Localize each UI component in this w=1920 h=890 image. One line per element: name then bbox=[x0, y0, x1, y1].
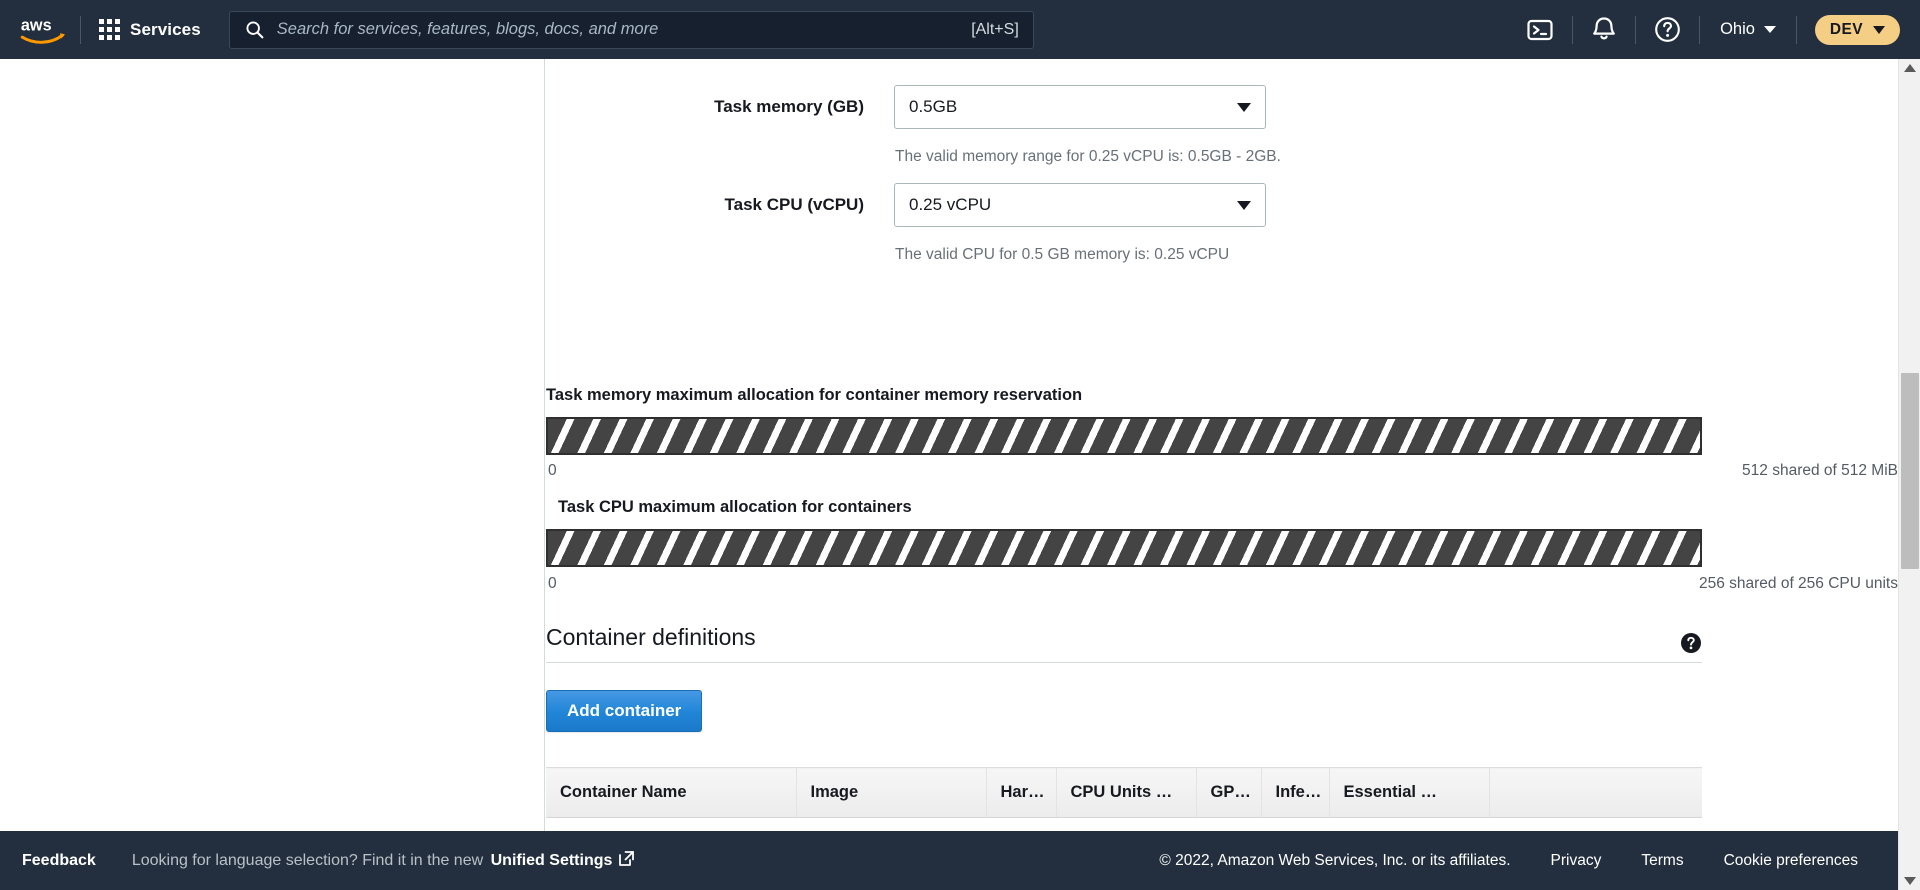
page-scrollbar[interactable] bbox=[1898, 59, 1920, 890]
feedback-link[interactable]: Feedback bbox=[22, 852, 96, 870]
task-memory-row: Task memory (GB) 0.5GB bbox=[546, 85, 1266, 129]
task-cpu-value: 0.25 vCPU bbox=[909, 195, 992, 214]
nav-divider bbox=[1795, 15, 1797, 44]
help-circle-icon[interactable] bbox=[1680, 632, 1702, 659]
top-navigation-bar: aws Services Search for services, featur… bbox=[0, 0, 1920, 59]
column-header-cpu-units[interactable]: CPU Units … bbox=[1056, 767, 1197, 818]
column-header-container-name[interactable]: Container Name bbox=[546, 767, 797, 818]
task-cpu-row: Task CPU (vCPU) 0.25 vCPU bbox=[546, 183, 1266, 227]
task-cpu-helper-text: The valid CPU for 0.5 GB memory is: 0.25… bbox=[895, 246, 1230, 263]
account-menu-button[interactable]: DEV bbox=[1814, 14, 1900, 45]
cpu-allocation-min-label: 0 bbox=[548, 575, 557, 592]
main-content: Task memory (GB) 0.5GB The valid memory … bbox=[546, 59, 1898, 831]
cookie-preferences-link[interactable]: Cookie preferences bbox=[1724, 852, 1858, 870]
account-label: DEV bbox=[1829, 20, 1863, 38]
column-header-hard-soft-limits[interactable]: Har… bbox=[986, 767, 1057, 818]
cell-essential: true bbox=[1329, 817, 1489, 831]
chevron-down-icon bbox=[1237, 102, 1251, 112]
memory-allocation-max-label: 512 shared of 512 MiB bbox=[1742, 462, 1898, 479]
memory-allocation-bar bbox=[546, 417, 1702, 455]
help-button[interactable] bbox=[1636, 0, 1699, 59]
terms-link[interactable]: Terms bbox=[1641, 852, 1683, 870]
aws-logo[interactable]: aws bbox=[0, 0, 80, 59]
copyright-text: © 2022, Amazon Web Services, Inc. or its… bbox=[1159, 851, 1511, 869]
task-cpu-select[interactable]: 0.25 vCPU bbox=[894, 183, 1266, 227]
left-rail bbox=[0, 59, 545, 831]
cell-inference bbox=[1261, 817, 1329, 831]
aws-logo-icon: aws bbox=[20, 16, 66, 44]
container-definitions-header: Container definitions bbox=[546, 624, 1702, 663]
scroll-down-arrow-icon[interactable] bbox=[1903, 877, 1916, 885]
chevron-down-icon bbox=[1763, 26, 1776, 33]
search-input[interactable]: Search for services, features, blogs, do… bbox=[277, 20, 961, 39]
cpu-allocation-max-label: 256 shared of 256 CPU units bbox=[1698, 575, 1898, 592]
search-icon bbox=[246, 21, 264, 39]
nav-right-group: Ohio DEV bbox=[1508, 0, 1920, 59]
memory-allocation-title: Task memory maximum allocation for conta… bbox=[546, 386, 1083, 404]
table-header-row: Container Name Image Har… CPU Units … GP… bbox=[546, 767, 1702, 818]
scrollbar-thumb[interactable] bbox=[1901, 373, 1919, 569]
cloudshell-button[interactable] bbox=[1508, 0, 1572, 59]
add-container-button[interactable]: Add container bbox=[546, 690, 703, 732]
grid-icon bbox=[99, 19, 120, 40]
services-menu-button[interactable]: Services bbox=[81, 0, 219, 59]
table-row: dokuwiki bitnami/dokuwiki --/-- true bbox=[546, 817, 1702, 831]
section-divider bbox=[546, 662, 1702, 663]
column-header-gpu[interactable]: GP… bbox=[1196, 767, 1262, 818]
services-label: Services bbox=[130, 19, 201, 39]
notifications-button[interactable] bbox=[1573, 0, 1635, 59]
cell-image: bitnami/dokuwiki bbox=[796, 817, 986, 831]
cloudshell-icon bbox=[1527, 19, 1553, 40]
external-link-icon bbox=[618, 850, 635, 872]
page-footer: Feedback Looking for language selection?… bbox=[0, 831, 1898, 890]
unified-settings-link[interactable]: Unified Settings bbox=[488, 852, 613, 869]
column-header-essential[interactable]: Essential … bbox=[1329, 767, 1490, 818]
cell-cpu-units bbox=[1056, 817, 1196, 831]
cell-gpu bbox=[1196, 817, 1261, 831]
column-header-inference[interactable]: Infe… bbox=[1261, 767, 1330, 818]
task-cpu-label: Task CPU (vCPU) bbox=[724, 195, 865, 214]
scroll-up-arrow-icon[interactable] bbox=[1903, 64, 1916, 72]
task-memory-label: Task memory (GB) bbox=[714, 97, 864, 116]
language-selection-note: Looking for language selection? Find it … bbox=[132, 850, 636, 872]
task-memory-value: 0.5GB bbox=[909, 97, 958, 116]
column-header-actions bbox=[1489, 767, 1702, 818]
chevron-down-icon bbox=[1237, 200, 1251, 210]
column-header-image[interactable]: Image bbox=[796, 767, 987, 818]
help-circle-icon-glyph bbox=[1681, 633, 1701, 653]
footer-right-group: © 2022, Amazon Web Services, Inc. or its… bbox=[1159, 852, 1898, 870]
cpu-allocation-bar bbox=[546, 529, 1702, 567]
global-search-box[interactable]: Search for services, features, blogs, do… bbox=[228, 10, 1034, 49]
search-shortcut-hint: [Alt+S] bbox=[971, 20, 1019, 38]
cell-container-name: dokuwiki bbox=[546, 817, 796, 831]
memory-allocation-min-label: 0 bbox=[548, 462, 557, 479]
footer-left-group: Feedback Looking for language selection?… bbox=[0, 850, 635, 872]
task-memory-helper-text: The valid memory range for 0.25 vCPU is:… bbox=[895, 148, 1281, 165]
bell-icon bbox=[1593, 17, 1615, 40]
container-definitions-table: Container Name Image Har… CPU Units … GP… bbox=[546, 767, 1702, 831]
question-circle-icon bbox=[1655, 17, 1680, 42]
svg-text:aws: aws bbox=[21, 16, 52, 34]
region-label: Ohio bbox=[1720, 20, 1755, 38]
page-body: Task memory (GB) 0.5GB The valid memory … bbox=[0, 59, 1898, 831]
language-note-text: Looking for language selection? Find it … bbox=[131, 851, 488, 869]
privacy-link[interactable]: Privacy bbox=[1551, 852, 1602, 870]
task-memory-select[interactable]: 0.5GB bbox=[894, 85, 1266, 129]
cell-actions bbox=[1489, 817, 1702, 831]
cell-hard-soft-limits: --/-- bbox=[986, 817, 1056, 831]
container-definitions-title: Container definitions bbox=[546, 624, 756, 650]
cpu-allocation-title: Task CPU maximum allocation for containe… bbox=[558, 498, 912, 516]
region-selector[interactable]: Ohio bbox=[1700, 0, 1796, 59]
chevron-down-icon bbox=[1873, 25, 1885, 34]
